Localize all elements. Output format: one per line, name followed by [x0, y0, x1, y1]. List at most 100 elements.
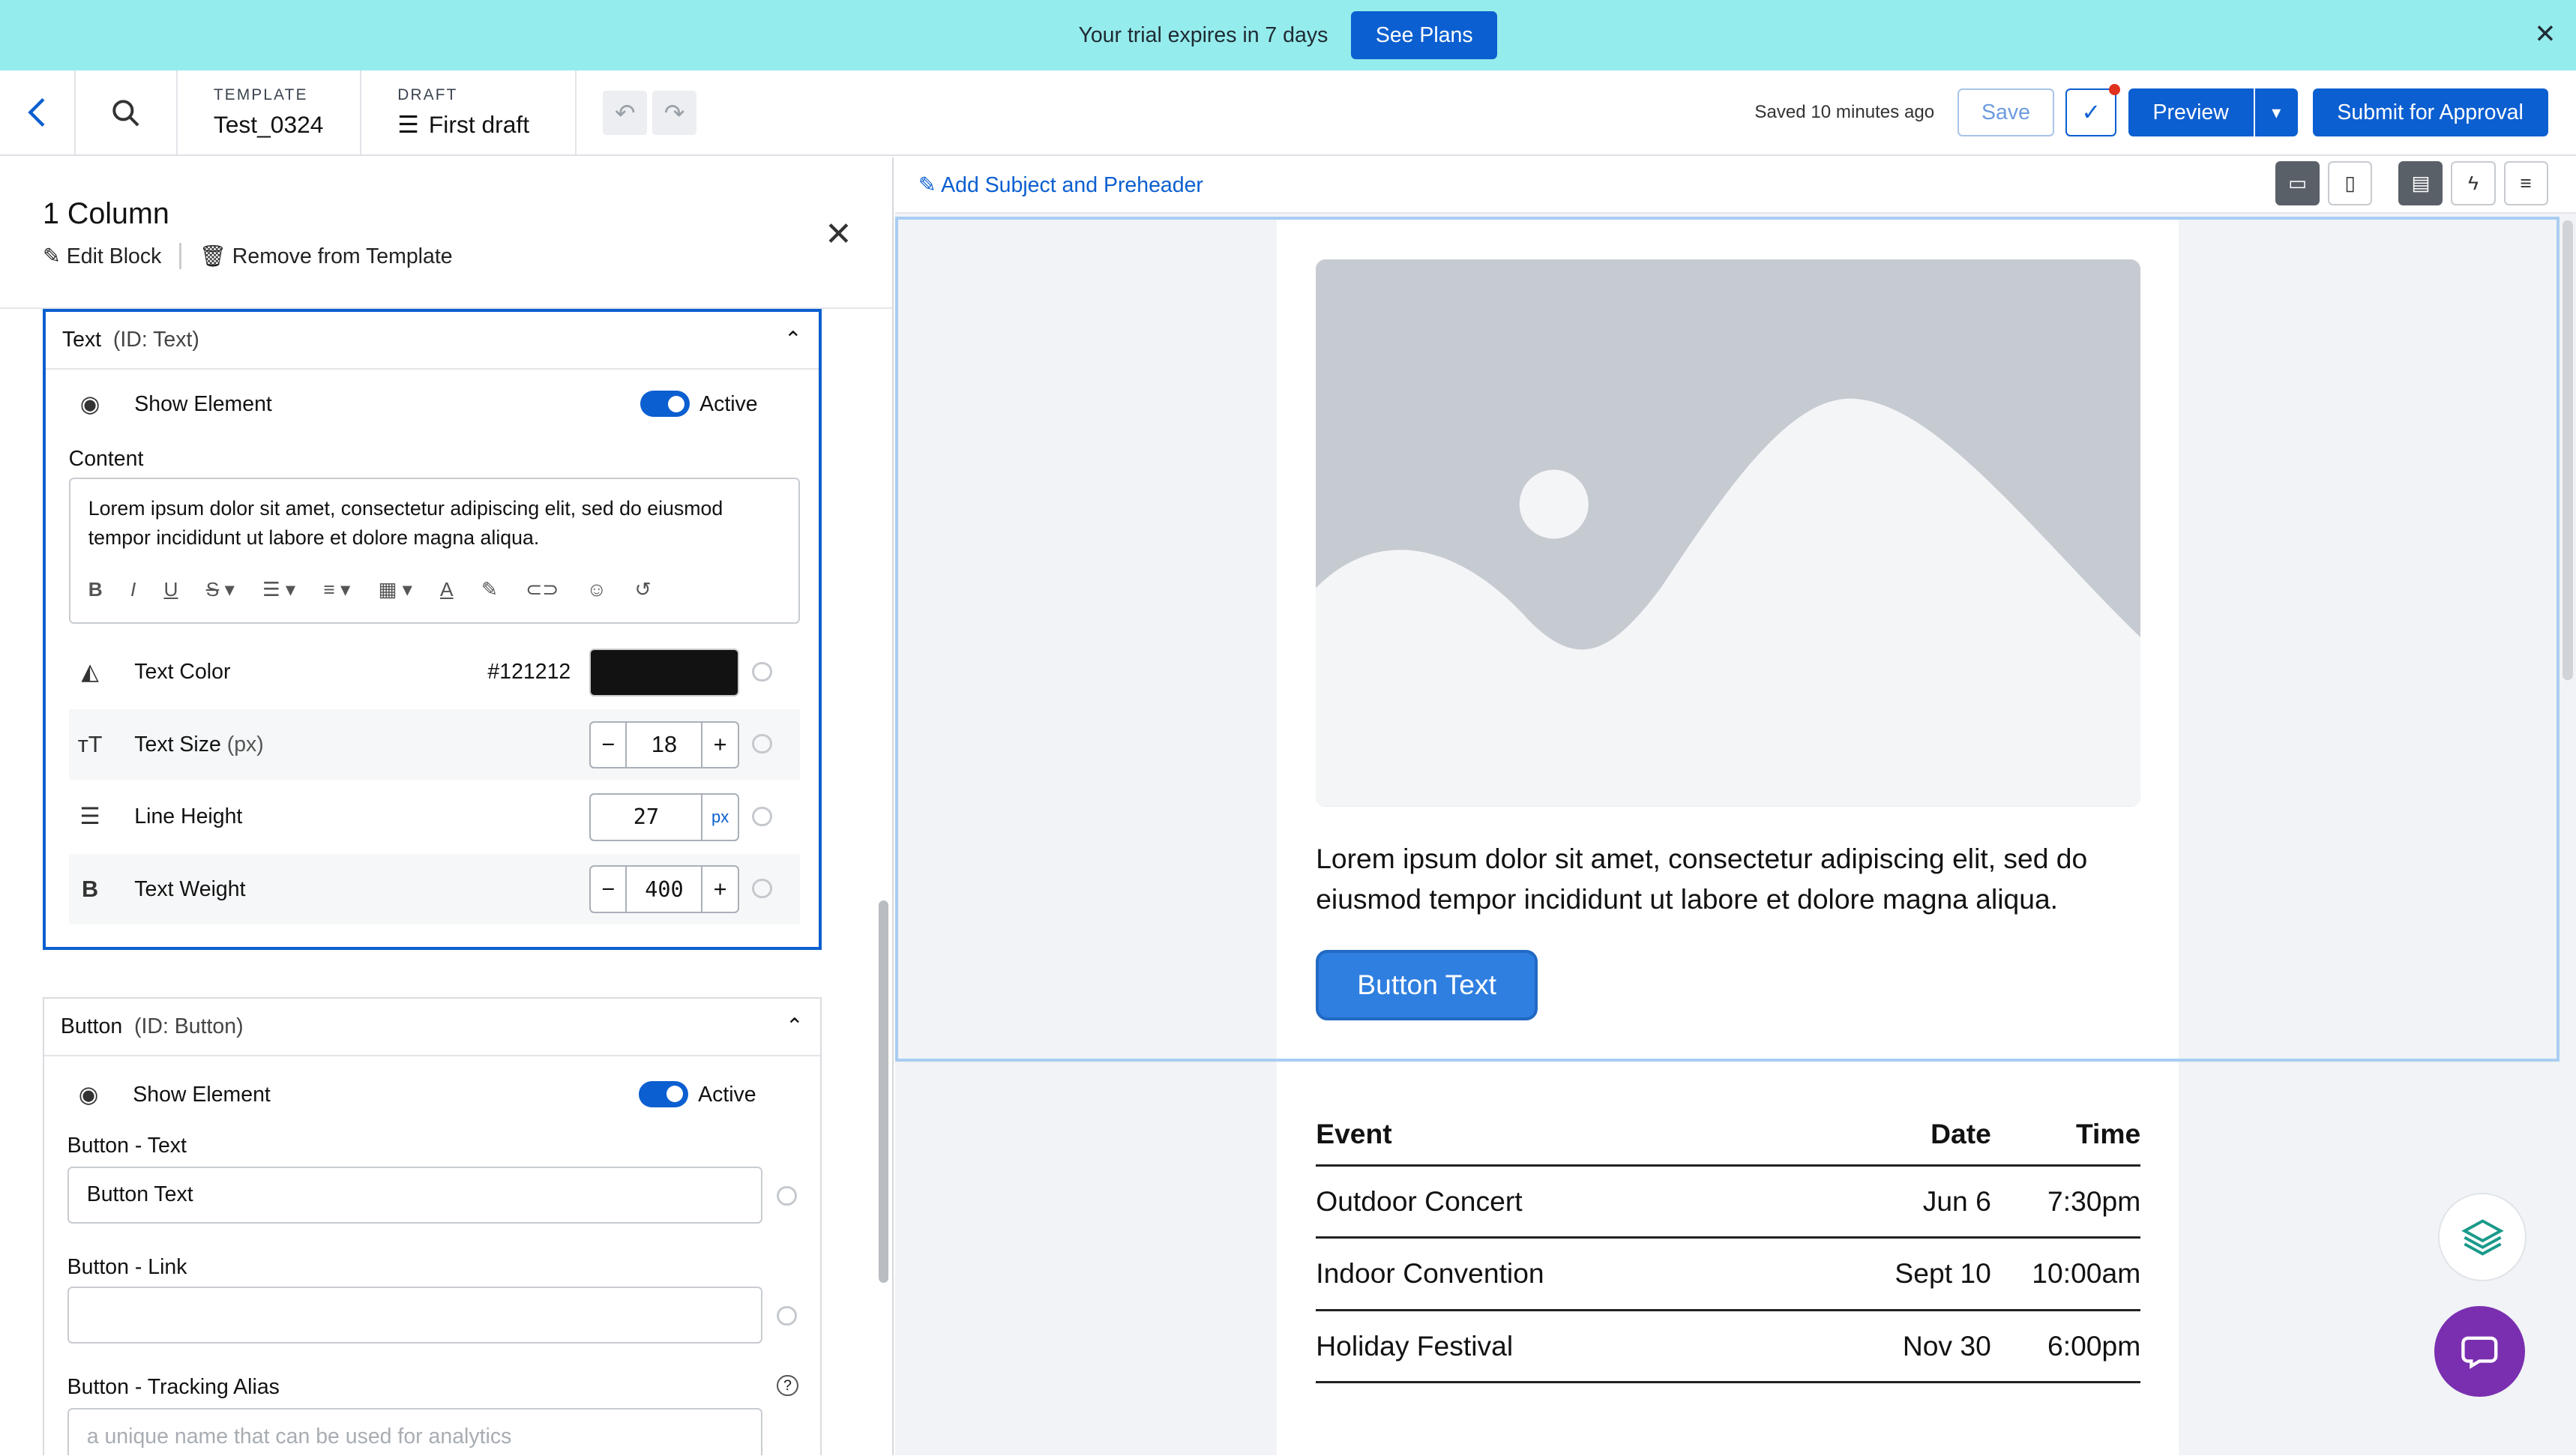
search-button[interactable]: [76, 70, 178, 155]
table-cell: Holiday Festival: [1316, 1329, 1514, 1362]
text-size-value[interactable]: 18: [627, 723, 701, 768]
top-toolbar: TEMPLATE Test_0324 DRAFT ☰ First draft ↶ …: [0, 70, 2576, 157]
text-card-name: Text: [61, 327, 102, 352]
text-weight-stepper[interactable]: − 400 +: [589, 865, 739, 913]
layers-button[interactable]: [2437, 1192, 2527, 1282]
image-placeholder[interactable]: [1316, 259, 2141, 807]
submit-for-approval-button[interactable]: Submit for Approval: [2312, 88, 2548, 136]
button-text-input[interactable]: Button Text: [67, 1166, 762, 1224]
preview-button[interactable]: Preview: [2128, 88, 2254, 136]
email-body-text[interactable]: Lorem ipsum dolor sit amet, consectetur …: [1316, 838, 2140, 921]
mobile-icon[interactable]: ▯: [2328, 160, 2373, 205]
back-button[interactable]: [0, 70, 76, 155]
reset-icon[interactable]: [752, 661, 772, 682]
show-element-toggle[interactable]: [640, 391, 690, 418]
line-height-value[interactable]: 27: [591, 795, 701, 840]
reset-icon[interactable]: [752, 734, 772, 754]
add-subject-link[interactable]: ✎ Add Subject and Preheader: [918, 172, 1203, 198]
save-button[interactable]: Save: [1957, 88, 2055, 136]
reset-icon[interactable]: [752, 806, 772, 826]
table-row: Holiday Festival Nov 30 6:00pm: [1316, 1311, 2141, 1384]
reset-icon[interactable]: [777, 1305, 797, 1326]
chevron-up-icon[interactable]: ⌃: [784, 327, 802, 352]
close-panel-icon[interactable]: ✕: [825, 215, 852, 253]
decrement-button[interactable]: −: [591, 867, 628, 912]
line-height-unit[interactable]: px: [701, 794, 737, 840]
see-plans-button[interactable]: See Plans: [1350, 11, 1498, 59]
text-weight-row: B Text Weight − 400 +: [68, 854, 800, 925]
lightning-icon[interactable]: ϟ: [2451, 160, 2496, 205]
text-color-swatch[interactable]: [589, 649, 739, 697]
device-toggle: ▭ ▯: [2275, 160, 2373, 205]
edit-block-button[interactable]: ✎ Edit Block: [43, 244, 161, 269]
draft-selector[interactable]: DRAFT ☰ First draft: [361, 70, 577, 155]
trash-icon: 🗑: [199, 244, 226, 268]
reset-icon[interactable]: [752, 878, 772, 899]
line-height-input[interactable]: 27 px: [589, 792, 739, 841]
checkmark-icon: ✓: [2081, 99, 2101, 125]
table-cell: 6:00pm: [2047, 1329, 2141, 1362]
divider: [179, 243, 181, 270]
canvas-scrollbar[interactable]: [2563, 220, 2573, 681]
template-name-field[interactable]: TEMPLATE Test_0324: [178, 70, 362, 155]
history-controls: ↶ ↷: [577, 70, 697, 154]
text-size-row: ᴛT Text Size (px) − 18 +: [68, 709, 800, 780]
italic-icon[interactable]: I: [130, 578, 136, 601]
text-size-icon: ᴛT: [77, 731, 103, 757]
highlight-icon[interactable]: ✎: [481, 578, 498, 601]
layers-icon: [2461, 1218, 2504, 1256]
button-link-label: Button - Link: [67, 1254, 187, 1279]
template-caption: TEMPLATE: [213, 86, 308, 104]
email-cta-button[interactable]: Button Text: [1316, 949, 1538, 1020]
emoji-icon[interactable]: ☺: [586, 578, 607, 601]
desktop-icon[interactable]: ▭: [2275, 160, 2320, 205]
table-cell: 10:00am: [2032, 1257, 2141, 1290]
text-align-icon[interactable]: ≡: [2503, 160, 2548, 205]
events-table[interactable]: Event Date Time Outdoor Concert Jun 6 7:…: [1316, 1104, 2141, 1384]
panel-scrollbar[interactable]: [879, 900, 889, 1284]
reset-icon[interactable]: [777, 1185, 797, 1206]
bold-icon[interactable]: B: [88, 578, 103, 601]
content-editor[interactable]: Lorem ipsum dolor sit amet, consectetur …: [68, 478, 800, 625]
chevron-up-icon[interactable]: ⌃: [786, 1014, 804, 1039]
block-settings-panel: 1 Column ✎ Edit Block 🗑 Remove from Temp…: [0, 157, 894, 1456]
history-icon[interactable]: ↺: [634, 578, 651, 601]
strikethrough-icon[interactable]: S ▾: [206, 578, 235, 601]
underline-icon[interactable]: U: [164, 578, 178, 601]
show-element-toggle[interactable]: [639, 1080, 688, 1107]
button-card-header[interactable]: Button (ID: Button) ⌃: [43, 999, 820, 1056]
remove-from-template-button[interactable]: 🗑 Remove from Template: [199, 244, 453, 269]
add-subject-label: Add Subject and Preheader: [941, 173, 1203, 198]
rich-text-toolbar: B I U S ▾ ☰ ▾ ≡ ▾ ▦ ▾ A ✎ ⊂⊃ ☺ ↺: [88, 578, 651, 601]
header-actions: Saved 10 minutes ago Save ✓ Preview ▾ Su…: [1754, 83, 2548, 136]
close-banner-icon[interactable]: ✕: [2534, 21, 2556, 47]
text-card-id: (ID: Text): [112, 327, 199, 352]
align-icon[interactable]: ≡ ▾: [323, 578, 350, 601]
text-element-card: Text (ID: Text) ⌃ ◉ Show Element Active …: [42, 308, 822, 950]
link-icon[interactable]: ⊂⊃: [526, 578, 559, 601]
text-card-header[interactable]: Text (ID: Text) ⌃: [45, 312, 819, 370]
decrement-button[interactable]: −: [591, 722, 628, 768]
button-link-input[interactable]: [67, 1286, 762, 1344]
tracking-alias-input[interactable]: a unique name that can be used for analy…: [67, 1407, 762, 1456]
layout-icon[interactable]: ▤: [2398, 160, 2443, 205]
increment-button[interactable]: +: [701, 722, 737, 768]
tracking-alias-label: Button - Tracking Alias: [67, 1374, 280, 1399]
help-icon[interactable]: ?: [777, 1374, 798, 1397]
column-header: Date: [1931, 1118, 1991, 1150]
table-cell: Jun 6: [1922, 1185, 1991, 1218]
undo-icon[interactable]: ↶: [603, 90, 648, 135]
check-button[interactable]: ✓: [2065, 83, 2120, 136]
image-icon: [1316, 259, 2141, 807]
active-label: Active: [699, 392, 758, 417]
text-weight-value[interactable]: 400: [627, 867, 701, 912]
list-icon[interactable]: ☰ ▾: [262, 578, 295, 601]
preview-dropdown-button[interactable]: ▾: [2253, 88, 2298, 136]
text-size-stepper[interactable]: − 18 +: [589, 721, 739, 769]
content-text: Lorem ipsum dolor sit amet, consectetur …: [88, 496, 723, 550]
font-color-icon[interactable]: A: [440, 578, 454, 601]
increment-button[interactable]: +: [701, 867, 737, 912]
chat-button[interactable]: [2434, 1306, 2525, 1397]
table-icon[interactable]: ▦ ▾: [378, 578, 412, 601]
redo-icon[interactable]: ↷: [651, 90, 697, 135]
